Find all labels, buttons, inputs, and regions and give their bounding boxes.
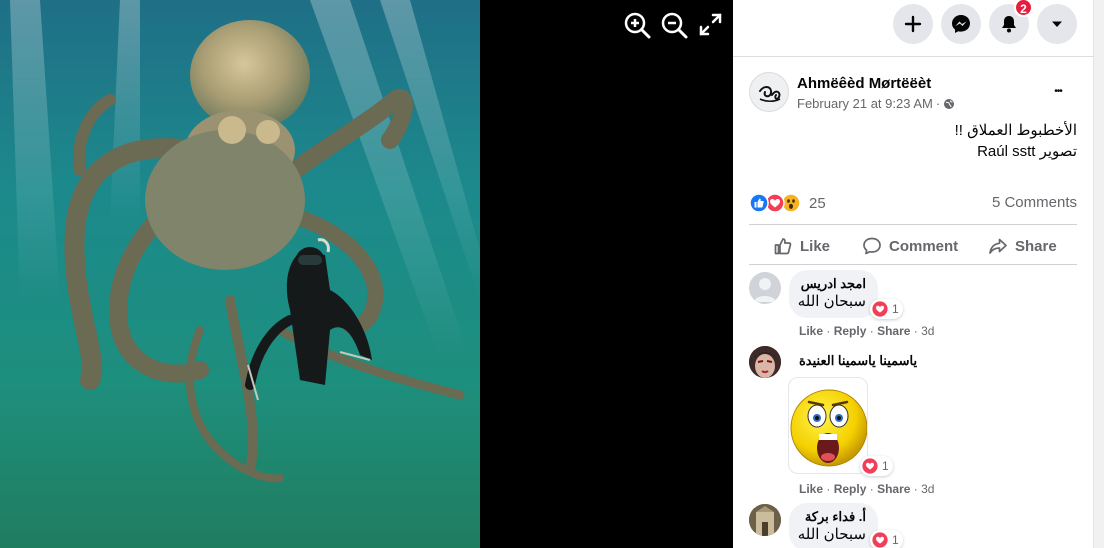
comment-like-link[interactable]: Like — [799, 482, 823, 496]
comment-reaction[interactable]: 1 — [870, 299, 903, 319]
caret-down-icon — [1052, 21, 1062, 27]
zoom-out-icon[interactable] — [659, 10, 689, 40]
comment-reaction-count: 1 — [882, 459, 889, 473]
love-reaction-icon — [872, 532, 888, 548]
comment-sticker[interactable] — [788, 377, 868, 474]
shocked-face-sticker — [790, 389, 867, 467]
share-label: Share — [1015, 237, 1057, 255]
love-reaction-icon — [862, 458, 878, 474]
messenger-icon — [952, 15, 970, 33]
post-text-line-2: تصوير Raúl sstt — [977, 143, 1077, 160]
comment-reaction-count: 1 — [892, 302, 899, 316]
comment-share-link[interactable]: Share — [877, 324, 910, 338]
love-reaction-icon — [872, 301, 888, 317]
comment-bubble: امجد ادريس سبحان الله — [789, 270, 878, 318]
comment-bubble: أ. فداء بركة سبحان الله — [789, 503, 878, 548]
share-icon — [989, 238, 1007, 254]
comment-action-separator: · — [913, 324, 918, 338]
comment-avatar[interactable] — [749, 504, 781, 536]
comment-author[interactable]: امجد ادريس — [801, 276, 866, 292]
page-scrollbar[interactable] — [1093, 0, 1104, 548]
like-label: Like — [800, 237, 831, 255]
comment-time[interactable]: 3d — [921, 482, 934, 496]
post-text-line-1: الأخطبوط العملاق !! — [954, 122, 1077, 139]
header-divider — [733, 56, 1093, 57]
comment-reaction[interactable]: 1 — [860, 456, 893, 476]
comment-avatar[interactable] — [749, 272, 781, 304]
comment-reply-link[interactable]: Reply — [834, 482, 867, 496]
notification-badge: 2 — [1014, 0, 1033, 17]
notifications-button[interactable]: 2 — [989, 0, 1033, 44]
globe-icon — [944, 98, 955, 109]
plus-icon — [904, 15, 922, 33]
comment-label: Comment — [889, 237, 959, 255]
account-menu-button[interactable] — [1037, 4, 1077, 44]
comment-text: سبحان الله — [797, 293, 866, 310]
comment-reaction[interactable]: 1 — [870, 530, 903, 548]
messenger-button[interactable] — [941, 4, 981, 44]
actions-top-divider — [749, 224, 1077, 225]
zoom-in-icon[interactable] — [622, 10, 652, 40]
comment-avatar[interactable] — [749, 346, 781, 378]
comment-reply-link[interactable]: Reply — [834, 324, 867, 338]
post-photo[interactable] — [0, 0, 480, 548]
comment-author[interactable]: أ. فداء بركة — [801, 509, 866, 525]
like-reaction-icon — [749, 193, 769, 213]
thumbs-up-icon — [774, 238, 792, 255]
comment-action-separator: · — [869, 324, 874, 338]
share-button[interactable]: Share — [988, 234, 1057, 258]
comment-author[interactable]: ياسمينا ياسمينا العنيدة — [799, 353, 917, 369]
comment-time[interactable]: 3d — [921, 324, 934, 338]
create-button[interactable] — [893, 4, 933, 44]
like-button[interactable]: Like — [773, 234, 830, 258]
comment-action-separator: · — [826, 324, 831, 338]
comment-text: سبحان الله — [797, 526, 866, 543]
author-avatar[interactable] — [749, 72, 789, 112]
meta-separator: · — [935, 96, 941, 111]
post-meta: February 21 at 9:23 AM · — [797, 96, 955, 111]
post-author-name[interactable]: Ahmëêèd Mørtëëèt — [797, 75, 931, 92]
comment-action-separator: · — [913, 482, 918, 496]
actions-bottom-divider — [749, 264, 1077, 265]
post-timestamp[interactable]: February 21 at 9:23 AM — [797, 96, 933, 111]
reactions-summary[interactable]: 25 — [749, 193, 826, 213]
comment-reaction-count: 1 — [892, 533, 899, 547]
comment-like-link[interactable]: Like — [799, 324, 823, 338]
comment-share-link[interactable]: Share — [877, 482, 910, 496]
post-more-button[interactable]: ••• — [1046, 80, 1070, 104]
bell-icon — [1002, 16, 1016, 33]
comment-actions: Like · Reply · Share · 3d — [799, 324, 934, 338]
comments-count[interactable]: 5 Comments — [992, 194, 1077, 211]
comment-actions: Like · Reply · Share · 3d — [799, 482, 934, 496]
post-panel: 2 Ahmëêèd Mørtëëèt February 21 at 9:23 A… — [733, 0, 1093, 548]
comment-button[interactable]: Comment — [862, 234, 958, 258]
reactions-count: 25 — [809, 194, 826, 212]
comment-action-separator: · — [869, 482, 874, 496]
photo-viewer — [0, 0, 733, 548]
fullscreen-icon[interactable] — [696, 10, 726, 40]
comment-action-separator: · — [826, 482, 831, 496]
comment-icon — [863, 237, 881, 255]
